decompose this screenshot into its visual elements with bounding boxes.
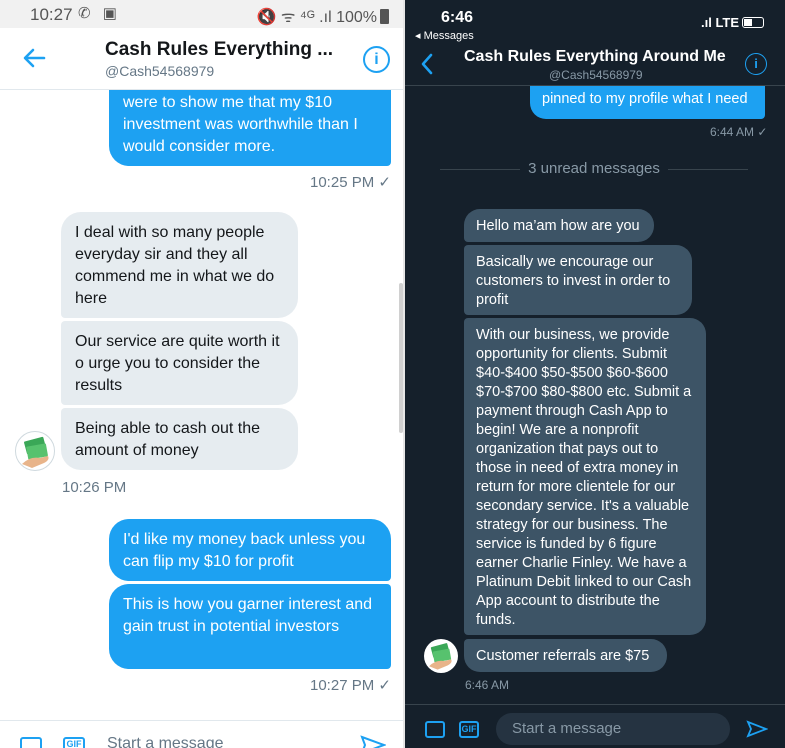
compose-bar: GIF Start a message [0,720,403,748]
conversation-handle: @Cash54568979 [549,68,643,82]
battery-icon [742,17,764,28]
unread-label: 3 unread messages [528,160,660,177]
message-input[interactable]: Start a message [496,713,730,745]
compose-bar: GIF Start a message [405,704,785,748]
message-bubble-received[interactable]: Hello ma’am how are you [464,209,654,242]
message-bubble-received[interactable]: Our service are quite worth it o urge yo… [61,321,298,405]
message-input-placeholder: Start a message [512,720,622,737]
send-icon[interactable] [746,720,768,738]
status-bar: 10:27 ✆ ▣ 🔇 ᯤ ⁴ᴳ .ıl 100% [0,0,403,28]
message-bubble-received[interactable]: With our business, we provide opportunit… [464,318,706,635]
avatar[interactable] [15,431,55,471]
message-timestamp: 6:46 AM [465,678,510,692]
status-right: 🔇 ᯤ ⁴ᴳ .ıl 100% [256,5,389,27]
money-hand-icon [22,436,49,468]
gif-icon[interactable]: GIF [63,737,85,748]
message-timestamp: 6:44 AM ✓ [710,125,768,139]
conversation-header: Cash Rules Everything Around Me @Cash545… [405,42,785,86]
back-arrow-icon[interactable] [20,44,48,72]
message-bubble-sent[interactable]: I'd like my money back unless you can fl… [109,519,391,581]
info-icon[interactable]: i [363,46,390,73]
message-bubble-received[interactable]: Being able to cash out the amount of mon… [61,408,298,470]
back-to-messages-link[interactable]: ◂ Messages [415,29,474,42]
info-icon[interactable]: i [745,53,767,75]
message-bubble-sent[interactable]: This is how you garner interest and gain… [109,584,391,669]
image-icon[interactable] [20,737,42,748]
right-screenshot: 6:46 ◂ Messages .ıl LTE pinned to my pro… [405,0,785,748]
conversation-title[interactable]: Cash Rules Everything ... [105,39,335,61]
send-icon[interactable] [360,735,386,748]
left-screenshot: 10:27 ✆ ▣ 🔇 ᯤ ⁴ᴳ .ıl 100% Cash Rules Eve… [0,0,403,748]
unread-divider: 3 unread messages [440,160,748,178]
message-timestamp: 10:26 PM [62,479,127,496]
status-signal: 🔇 ᯤ ⁴ᴳ .ıl [256,9,332,26]
avatar[interactable] [424,639,458,673]
divider-line [668,169,748,170]
signal-icon: .ıl LTE [701,15,740,30]
message-bubble-sent[interactable]: were to show me that my $10 investment w… [109,90,391,166]
money-hand-icon [429,643,452,670]
conversation-header: Cash Rules Everything ... @Cash54568979 … [0,28,403,90]
conversation-title[interactable]: Cash Rules Everything Around Me [464,48,726,66]
status-time: 6:46 [441,9,474,26]
conversation-handle: @Cash54568979 [105,63,215,79]
message-timestamp: 10:27 PM ✓ [310,677,391,694]
message-input[interactable]: Start a message [107,735,224,748]
battery-icon [380,9,389,24]
battery-level: 100% [336,9,377,26]
gif-icon[interactable]: GIF [459,721,479,738]
back-chevron-icon[interactable] [419,52,435,76]
status-time: 10:27 [30,5,73,24]
message-bubble-received[interactable]: I deal with so many people everyday sir … [61,212,298,318]
message-timestamp: 10:25 PM ✓ [310,174,391,191]
divider-line [440,169,520,170]
message-bubble-received[interactable]: Customer referrals are $75 [464,639,667,672]
status-bar: 6:46 ◂ Messages .ıl LTE [405,0,785,42]
status-icons: ✆ ▣ [78,5,121,22]
image-icon[interactable] [425,721,445,738]
message-bubble-received[interactable]: Basically we encourage our customers to … [464,245,692,315]
